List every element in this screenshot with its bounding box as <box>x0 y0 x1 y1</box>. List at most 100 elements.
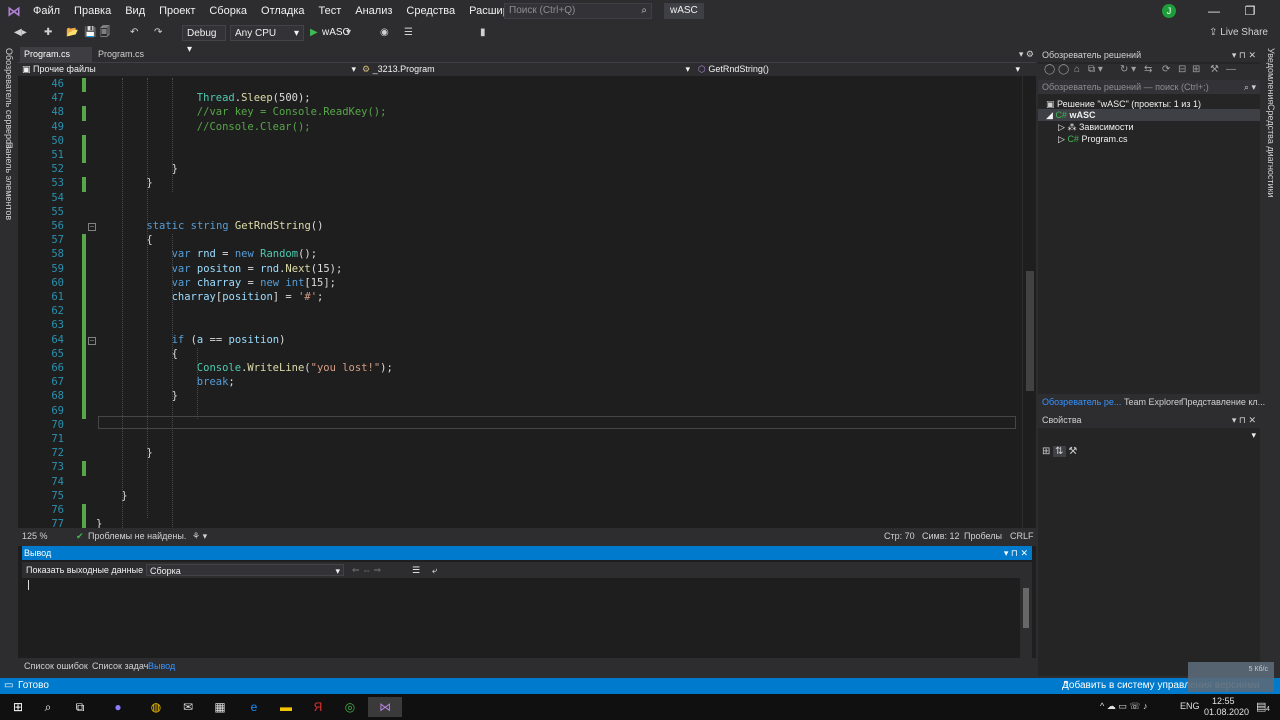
edge-icon[interactable]: e <box>244 697 264 717</box>
sync-icon[interactable]: ⇆ <box>1144 64 1152 75</box>
bookmark-icon[interactable]: ▮ <box>480 25 486 41</box>
start-debugging-icon[interactable]: ▶ <box>310 25 318 41</box>
chrome-icon[interactable]: ◎ <box>340 697 360 717</box>
alphabetical-icon[interactable]: ⇅ <box>1053 446 1066 457</box>
tab-team-explorer[interactable]: Team Explorer <box>1124 394 1182 410</box>
menu-item-0[interactable]: Файл <box>26 0 67 22</box>
save-icon[interactable]: 💾 <box>84 25 96 41</box>
tab-program-cs[interactable]: Program.cs <box>94 47 148 62</box>
preview-icon[interactable]: — <box>1226 64 1236 75</box>
yandex-icon[interactable]: Я <box>308 697 328 717</box>
program-cs-node[interactable]: ▷ C# Program.cs <box>1058 133 1127 145</box>
live-share-button[interactable]: ⇪ Live Share <box>1209 25 1268 41</box>
tab-options-icon[interactable]: ▾ ⚙ <box>1019 47 1034 62</box>
task-view-icon[interactable]: ⧉ <box>70 697 90 717</box>
solution-explorer-search[interactable]: Обозреватель решений — поиск (Ctrl+;) ⌕ … <box>1038 80 1260 94</box>
code-line[interactable]: var rnd = new Random(); <box>172 248 317 260</box>
menu-item-4[interactable]: Сборка <box>202 0 254 22</box>
properties-controls[interactable]: ▾ ⊓ ✕ <box>1232 412 1256 428</box>
code-line[interactable]: Thread.Sleep(500); <box>197 92 311 104</box>
menu-item-3[interactable]: Проект <box>152 0 202 22</box>
visual-studio-taskbar-icon[interactable]: ⋈ <box>368 697 402 717</box>
tray-icons[interactable]: ^ ☁ ▭ ☏ ♪ <box>1100 701 1147 712</box>
properties-icon[interactable]: ⚒ <box>1210 64 1219 75</box>
menu-item-8[interactable]: Средства <box>399 0 462 22</box>
code-editor[interactable]: 46 47 Thread.Sleep(500); 48 //var key = Cons… <box>18 76 1036 528</box>
minimize-button[interactable]: — <box>1196 0 1232 22</box>
editor-vertical-scrollbar[interactable] <box>1022 76 1036 528</box>
store-icon[interactable]: ▦ <box>210 697 230 717</box>
redo-icon[interactable]: ↷ <box>154 25 162 41</box>
browser-icon[interactable]: ◍ <box>146 697 166 717</box>
code-line[interactable]: } <box>96 518 102 528</box>
action-center-icon[interactable]: ▤ <box>1256 700 1266 713</box>
fold-toggle-icon[interactable]: − <box>88 336 96 345</box>
solution-explorer-controls[interactable]: ▾ ⊓ ✕ <box>1232 48 1256 62</box>
code-line[interactable]: Console.WriteLine("you lost!"); <box>197 362 393 374</box>
line-endings[interactable]: CRLF <box>1010 528 1034 544</box>
tab-class-view[interactable]: Представление кл... <box>1181 394 1265 410</box>
code-line[interactable]: //var key = Console.ReadKey(); <box>197 106 387 118</box>
file-explorer-icon[interactable]: ▬ <box>276 697 296 717</box>
zoom-level[interactable]: 125 % <box>22 528 48 544</box>
maximize-button[interactable]: ❐ <box>1232 0 1268 22</box>
clock-time[interactable]: 12:55 <box>1212 696 1235 706</box>
navigate-back-icon[interactable]: ◀▸ <box>14 25 27 41</box>
comment-icon[interactable]: ☰ <box>404 25 413 41</box>
fold-toggle-icon[interactable]: − <box>88 223 96 231</box>
language-indicator[interactable]: ENG <box>1180 701 1200 711</box>
scroll-thumb[interactable] <box>1026 271 1034 391</box>
tab-task-list[interactable]: Список задач <box>92 660 148 673</box>
output-scrollbar[interactable] <box>1020 578 1032 658</box>
switch-views-icon[interactable]: ⧉ ▾ <box>1088 64 1103 75</box>
save-all-icon[interactable]: 🗐 <box>100 25 110 41</box>
tab-error-list[interactable]: Список ошибок <box>24 660 88 673</box>
pending-changes-icon[interactable]: ↻ ▾ <box>1120 64 1136 75</box>
member-dropdown[interactable]: ⬡ GetRndString() ▾ <box>698 63 1022 76</box>
close-button[interactable]: ✕ <box>1268 0 1280 22</box>
menu-item-7[interactable]: Анализ <box>348 0 399 22</box>
clear-all-icon[interactable]: ☰ <box>412 562 420 578</box>
properties-object-select[interactable]: ▾ <box>1038 430 1260 442</box>
tab-solution-explorer[interactable]: Обозреватель ре... <box>1042 394 1121 410</box>
notifications-tab[interactable]: Уведомления <box>1266 48 1276 104</box>
output-nav-icons[interactable]: ⇐ ⇔ ⇒ <box>352 562 381 578</box>
camera-icon[interactable]: ◉ <box>380 25 389 41</box>
word-wrap-icon[interactable]: ⤶ <box>432 562 437 578</box>
clock-date[interactable]: 01.08.2020 <box>1204 707 1249 717</box>
project-scope-dropdown[interactable]: ▣ Прочие файлы ▾ <box>22 63 358 76</box>
toolbox-tab[interactable]: Панель элементов <box>4 142 14 220</box>
code-cleanup-icon[interactable]: ⚘ ▾ <box>192 528 207 544</box>
output-source-select[interactable]: Сборка ▾ <box>146 564 344 576</box>
output-text-area[interactable] <box>22 578 1032 658</box>
code-line[interactable]: if (a == position) <box>172 334 286 346</box>
code-line[interactable]: static string GetRndString() <box>146 220 323 232</box>
configuration-select[interactable]: Debug ▾ <box>182 25 226 55</box>
code-line[interactable]: charray[position] = '#'; <box>172 291 324 303</box>
code-line[interactable]: var charray = new int[15]; <box>172 277 336 289</box>
mail-icon[interactable]: ✉ <box>178 697 198 717</box>
menu-item-1[interactable]: Правка <box>67 0 118 22</box>
categorized-icon[interactable]: ⊞ <box>1042 446 1050 457</box>
windows-start-icon[interactable]: ⊞ <box>8 697 28 717</box>
menu-item-6[interactable]: Тест <box>312 0 349 22</box>
collapse-all-icon[interactable]: ⊟ <box>1178 64 1186 75</box>
class-dropdown[interactable]: ⚙ _3213.Program ▾ <box>362 63 692 76</box>
avatar[interactable]: J <box>1162 4 1176 18</box>
code-line[interactable]: //Console.Clear(); <box>197 121 311 133</box>
quick-launch-search[interactable]: Поиск (Ctrl+Q) ⌕ <box>504 3 652 19</box>
property-pages-icon[interactable]: ⚒ <box>1068 446 1077 457</box>
project-node[interactable]: ◢ C# wASC <box>1038 109 1260 121</box>
refresh-icon[interactable]: ⟳ <box>1162 64 1170 75</box>
cortana-icon[interactable]: ● <box>108 697 128 717</box>
tab-output[interactable]: Вывод <box>148 660 175 673</box>
open-icon[interactable]: 📂 <box>66 25 78 41</box>
tab-program-cs-active[interactable]: Program.cs <box>20 47 92 62</box>
server-explorer-tab[interactable]: Обозреватель серверов <box>4 48 14 149</box>
platform-select[interactable]: Any CPU ▾ <box>230 25 304 41</box>
search-icon[interactable]: ⌕ <box>38 697 58 717</box>
code-line[interactable]: break; <box>197 376 235 388</box>
menu-item-5[interactable]: Отладка <box>254 0 311 22</box>
run-dropdown-icon[interactable]: ▾ <box>346 25 351 41</box>
code-line[interactable]: var positon = rnd.Next(15); <box>172 263 343 275</box>
